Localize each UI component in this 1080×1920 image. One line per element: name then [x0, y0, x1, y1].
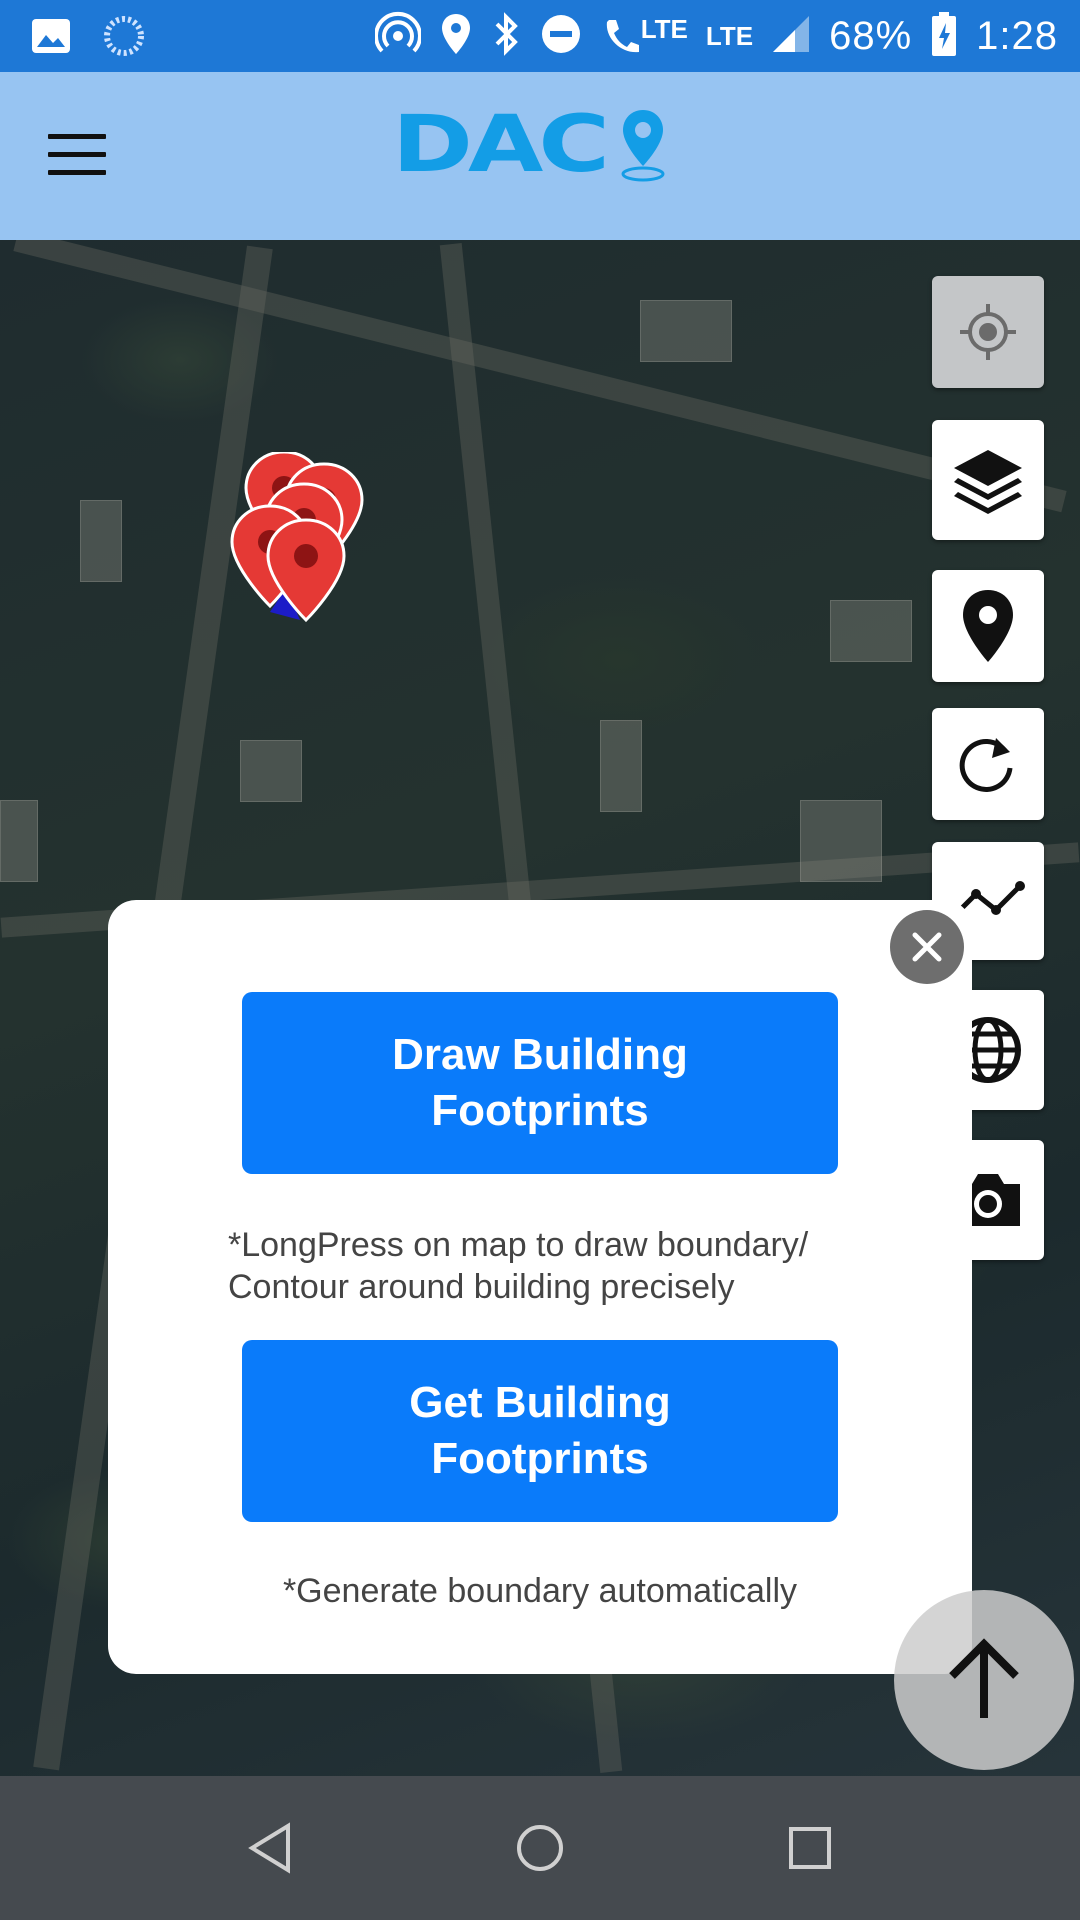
battery-charging-icon: [930, 11, 958, 62]
map-building: [80, 500, 122, 582]
home-icon: [517, 1825, 563, 1871]
get-hint: *Generate boundary automatically: [282, 1572, 798, 1610]
app-logo: DAC: [392, 106, 668, 184]
map-building: [830, 600, 912, 662]
nav-home-button[interactable]: [508, 1816, 572, 1880]
get-footprints-label: Get Building Footprints: [409, 1378, 671, 1483]
network-label-2: LTE: [705, 20, 754, 51]
arrow-up-icon: [949, 1638, 1019, 1718]
scroll-up-button[interactable]: [894, 1590, 1074, 1770]
image-icon: [30, 17, 72, 60]
draw-footprints-button[interactable]: Draw Building Footprints: [242, 992, 838, 1174]
clock: 1:28: [976, 13, 1058, 58]
recents-icon: [789, 1827, 831, 1869]
map-building: [800, 800, 882, 882]
layers-icon: [954, 450, 1022, 514]
bluetooth-icon: [491, 11, 521, 61]
logo-text: DAC: [392, 100, 610, 190]
lte-call-icon: LTE: [601, 14, 688, 58]
draw-hint: *LongPress on map to draw boundary/ Cont…: [228, 1226, 809, 1306]
crosshair-icon: [960, 304, 1016, 360]
app-bar: DAC: [0, 72, 1080, 240]
nav-back-button[interactable]: [238, 1816, 302, 1880]
status-bar: LTE LTE 68% 1:28: [0, 0, 1080, 72]
hotspot-icon: [373, 11, 422, 62]
marker-cluster[interactable]: [228, 450, 378, 652]
hamburger-icon[interactable]: [48, 134, 106, 178]
refresh-icon: [959, 738, 1013, 792]
close-dialog-button[interactable]: [890, 910, 964, 984]
battery-percent: 68%: [829, 13, 913, 58]
logo-pin-icon: [621, 110, 665, 182]
draw-footprints-label: Draw Building Footprints: [392, 1030, 688, 1135]
system-nav-bar: [0, 1776, 1080, 1920]
back-icon: [248, 1822, 290, 1874]
map-building: [240, 740, 302, 802]
signal-icon: [771, 14, 811, 59]
footprint-dialog: Draw Building Footprints *LongPress on m…: [108, 900, 972, 1674]
dnd-icon: [539, 12, 583, 61]
layers-button[interactable]: [932, 420, 1044, 540]
network-label-1: LTE: [640, 14, 688, 44]
map-building: [640, 300, 732, 362]
sync-icon: [102, 14, 146, 63]
location-icon: [439, 12, 473, 61]
refresh-button[interactable]: [932, 708, 1044, 820]
map-road: [13, 240, 1067, 513]
place-marker-button[interactable]: [932, 570, 1044, 682]
nav-recents-button[interactable]: [778, 1816, 842, 1880]
pin-icon: [963, 590, 1013, 662]
get-footprints-button[interactable]: Get Building Footprints: [242, 1340, 838, 1522]
map-building: [0, 800, 38, 882]
map-building: [600, 720, 642, 812]
my-location-button[interactable]: [932, 276, 1044, 388]
close-icon: [912, 932, 942, 962]
